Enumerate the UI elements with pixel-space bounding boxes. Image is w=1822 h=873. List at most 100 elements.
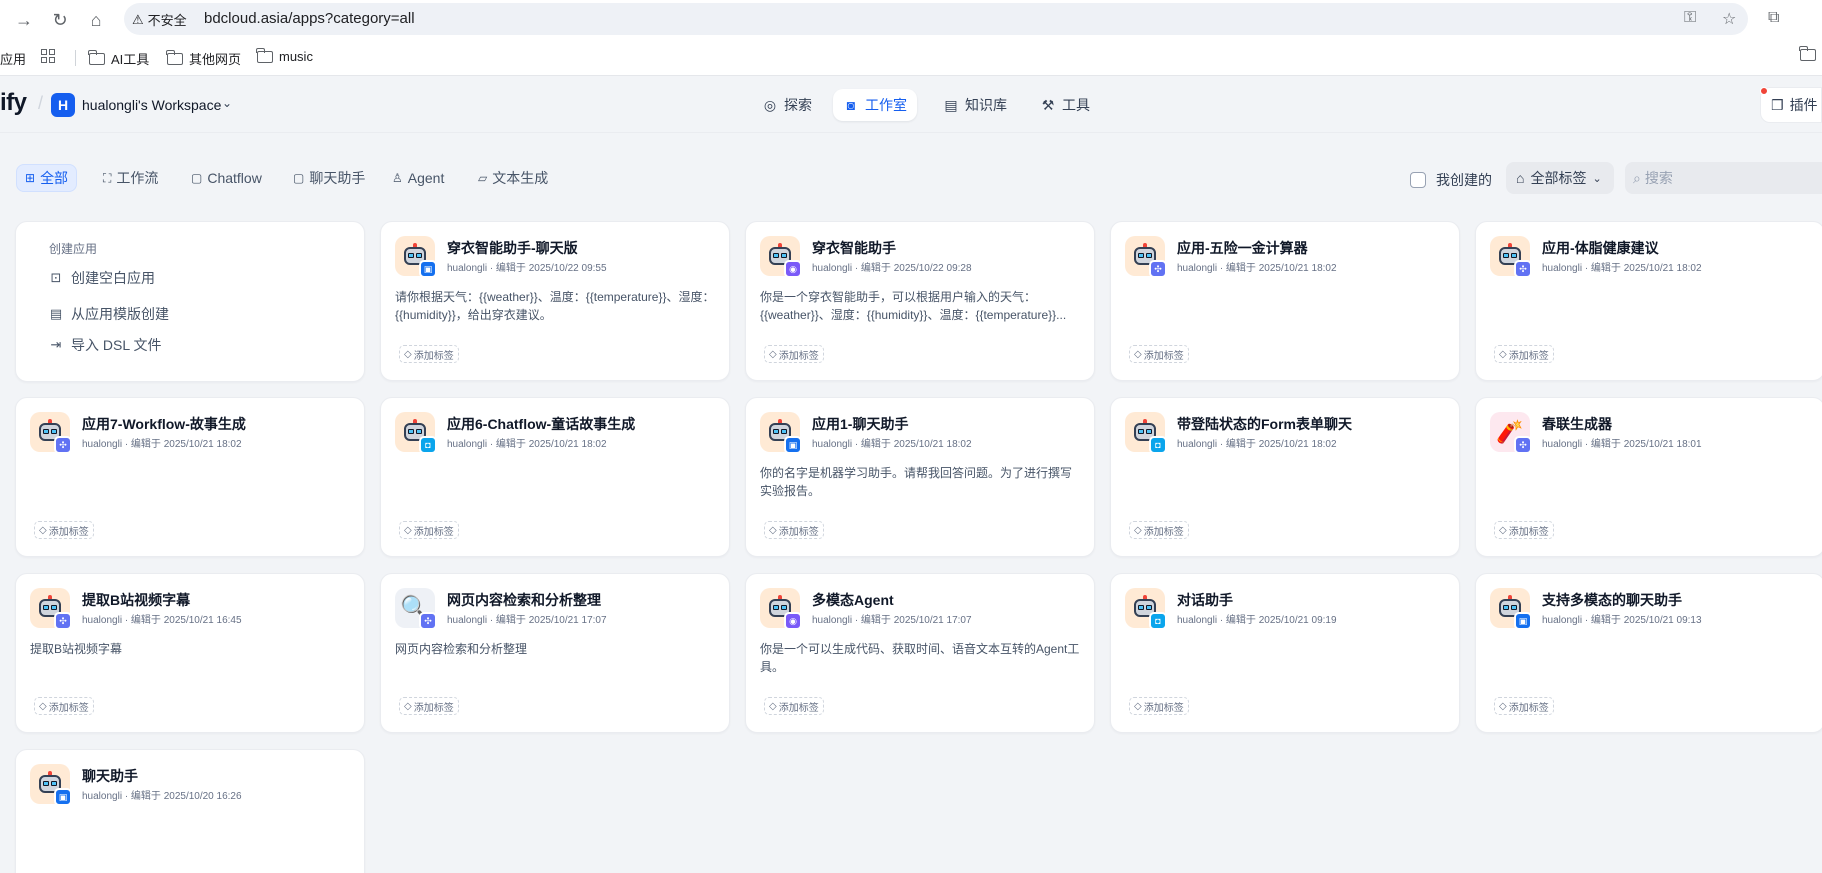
app-type-badge-icon: ▣ (1514, 612, 1532, 630)
browser-toolbar: → ↻ ⌂ ⚠ 不安全 bdcloud.asia/apps?category=a… (0, 0, 1822, 40)
app-card[interactable]: ◉ 多模态Agent hualongli · 编辑于 2025/10/21 17:0… (745, 573, 1095, 733)
bookmark-music[interactable]: music (256, 47, 313, 64)
extensions-icon[interactable]: ⧉ (1768, 9, 1779, 27)
app-name: 支持多模态的聊天助手 (1542, 592, 1682, 608)
app-type-badge-icon: ◘ (419, 436, 437, 454)
app-type-badge-icon: ◉ (784, 612, 802, 630)
app-card[interactable]: ✣ 应用-五险一金计算器 hualongli · 编辑于 2025/10/21 18… (1110, 221, 1460, 381)
app-name: 多模态Agent (812, 592, 894, 608)
tab-chatflow[interactable]: ▢ Chatflow (183, 164, 270, 192)
bookmark-divider (75, 50, 76, 66)
add-tag-button[interactable]: ◇ 添加标签 (1129, 697, 1189, 715)
create-app-title: 创建应用 (49, 242, 98, 256)
create-from-template[interactable]: ▤ 从应用模版创建 (49, 304, 169, 324)
add-tag-button[interactable]: ◇ 添加标签 (764, 345, 824, 363)
add-tag-button[interactable]: ◇ 添加标签 (399, 345, 459, 363)
plugins-button[interactable]: ❒ 插件 (1760, 87, 1822, 123)
app-card[interactable]: 🔍 ✣ 网页内容检索和分析整理 hualongli · 编辑于 2025/10/21 … (380, 573, 730, 733)
tab-text-generation[interactable]: ▱ 文本生成 (470, 164, 556, 192)
app-card[interactable]: ▣ 穿衣智能助手-聊天版 hualongli · 编辑于 2025/10/22 09… (380, 221, 730, 381)
reload-icon[interactable]: ↻ (48, 8, 72, 32)
add-tag-button[interactable]: ◇ 添加标签 (399, 521, 459, 539)
tag-icon: ◇ (769, 700, 777, 712)
chevron-down-icon[interactable]: ⌄ (222, 96, 232, 110)
bookmark-ai-tools[interactable]: AI工具 (88, 49, 149, 68)
key-icon[interactable]: ⚿ (1684, 9, 1696, 27)
nav-explore[interactable]: ◎ 探索 (752, 89, 822, 121)
logo[interactable]: ify (0, 89, 27, 117)
grid-icon[interactable] (41, 49, 55, 63)
add-tag-button[interactable]: ◇ 添加标签 (1494, 345, 1554, 363)
created-by-me-filter[interactable]: 我创建的 (1410, 170, 1492, 190)
app-name: 应用1-聊天助手 (812, 416, 909, 432)
compass-icon: ◎ (763, 96, 777, 113)
app-meta: hualongli · 编辑于 2025/10/22 09:55 (447, 263, 607, 274)
app-type-badge-icon: ✣ (54, 612, 72, 630)
app-type-badge-icon: ✣ (1514, 260, 1532, 278)
app-type-badge-icon: ✣ (419, 612, 437, 630)
app-card[interactable]: ▣ 应用1-聊天助手 hualongli · 编辑于 2025/10/21 18:0… (745, 397, 1095, 557)
created-by-me-checkbox[interactable] (1410, 172, 1426, 188)
add-tag-button[interactable]: ◇ 添加标签 (1129, 345, 1189, 363)
app-card[interactable]: ✣ 提取B站视频字幕 hualongli · 编辑于 2025/10/21 16:4… (15, 573, 365, 733)
nav-knowledge[interactable]: ▤ 知识库 (933, 89, 1017, 121)
add-tag-button[interactable]: ◇ 添加标签 (764, 697, 824, 715)
app-meta: hualongli · 编辑于 2025/10/21 18:02 (82, 439, 242, 450)
create-blank-app[interactable]: ⊡ 创建空白应用 (49, 268, 155, 288)
add-tag-button[interactable]: ◇ 添加标签 (34, 697, 94, 715)
star-icon[interactable]: ☆ (1722, 9, 1736, 29)
app-card[interactable]: ✣ 应用7-Workflow-故事生成 hualongli · 编辑于 2025/1… (15, 397, 365, 557)
tag-icon: ◇ (404, 700, 412, 712)
add-tag-button[interactable]: ◇ 添加标签 (1129, 521, 1189, 539)
search-box[interactable]: ⌕ (1625, 162, 1822, 194)
folder-icon (256, 47, 273, 63)
nav-studio[interactable]: ◙ 工作室 (833, 89, 917, 121)
forward-icon[interactable]: → (12, 8, 36, 32)
app-card[interactable]: ◘ 带登陆状态的Form表单聊天 hualongli · 编辑于 2025/10/2… (1110, 397, 1460, 557)
chevron-down-icon: ⌄ (1592, 172, 1602, 185)
url-text[interactable]: bdcloud.asia/apps?category=all (204, 10, 415, 27)
chatflow-icon: ▢ (191, 171, 203, 185)
app-meta: hualongli · 编辑于 2025/10/21 18:02 (1177, 439, 1337, 450)
import-dsl-file[interactable]: ⇥ 导入 DSL 文件 (49, 335, 162, 355)
app-card[interactable]: ◉ 穿衣智能助手 hualongli · 编辑于 2025/10/22 09:28 你… (745, 221, 1095, 381)
add-tag-button[interactable]: ◇ 添加标签 (1494, 521, 1554, 539)
search-input[interactable] (1644, 170, 1805, 186)
add-tag-button[interactable]: ◇ 添加标签 (764, 521, 824, 539)
tab-agent[interactable]: ♙ Agent (384, 164, 452, 192)
add-tag-button[interactable]: ◇ 添加标签 (1494, 697, 1554, 715)
bookmark-other-pages[interactable]: 其他网页 (166, 49, 241, 68)
home-icon[interactable]: ⌂ (84, 8, 108, 32)
app-card[interactable]: ◘ 应用6-Chatflow-童话故事生成 hualongli · 编辑于 2025… (380, 397, 730, 557)
app-card[interactable]: ▣聊天助手hualongli · 编辑于 2025/10/20 16:26◇添加… (15, 749, 365, 873)
app-card[interactable]: ✣ 应用-体脂健康建议 hualongli · 编辑于 2025/10/21 18:… (1475, 221, 1822, 381)
tag-icon: ◇ (39, 524, 47, 536)
template-icon: ▤ (49, 306, 63, 321)
workspace-avatar[interactable]: H (51, 93, 75, 117)
security-warning[interactable]: ⚠ 不安全 (132, 10, 187, 29)
app-card[interactable]: 🧨 ✣ 春联生成器 hualongli · 编辑于 2025/10/21 18:01 ◇… (1475, 397, 1822, 557)
folder-icon (88, 49, 105, 65)
tab-chat-assistant[interactable]: ▢ 聊天助手 (285, 164, 373, 192)
address-bar[interactable]: ⚠ 不安全 bdcloud.asia/apps?category=all ⚿ ☆ (124, 3, 1748, 35)
all-tags-dropdown[interactable]: ⌂ 全部标签 ⌄ (1506, 162, 1614, 194)
add-tag-button[interactable]: ◇ 添加标签 (399, 697, 459, 715)
import-icon: ⇥ (50, 337, 62, 352)
bookmark-apps[interactable]: 应用 (0, 49, 26, 68)
app-card[interactable]: ▣ 支持多模态的聊天助手 hualongli · 编辑于 2025/10/21 09… (1475, 573, 1822, 733)
tab-all[interactable]: ⊞ 全部 (16, 164, 78, 192)
tab-workflow[interactable]: ⛶ 工作流 (95, 164, 166, 192)
app-card[interactable]: ◘ 对话助手 hualongli · 编辑于 2025/10/21 09:19 ◇ 添加… (1110, 573, 1460, 733)
tag-icon: ◇ (404, 348, 412, 360)
app-description: 你是一个穿衣智能助手，可以根据用户输入的天气：{{weather}}、湿度：{{… (760, 290, 1067, 322)
add-tag-button[interactable]: ◇ 添加标签 (34, 521, 94, 539)
app-type-badge-icon: ✣ (1514, 436, 1532, 454)
hammer-icon: ⚒ (1041, 96, 1055, 113)
nav-tools[interactable]: ⚒ 工具 (1030, 89, 1100, 121)
tag-icon: ◇ (1499, 348, 1507, 360)
all-bookmarks-folder[interactable] (1799, 46, 1816, 61)
tag-icon: ◇ (1499, 700, 1507, 712)
app-meta: hualongli · 编辑于 2025/10/21 09:13 (1542, 615, 1702, 626)
workspace-name[interactable]: hualongli's Workspace (82, 97, 221, 113)
app-name: 聊天助手 (82, 768, 138, 784)
